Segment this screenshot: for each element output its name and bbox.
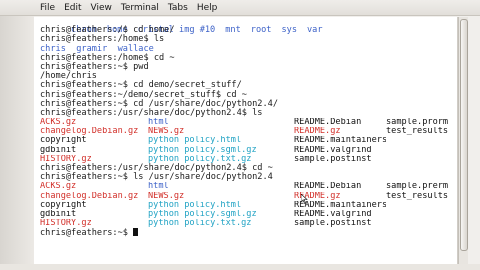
file-entry: gdbinit (40, 145, 77, 155)
file-entry: README.gz (294, 127, 341, 137)
file-entry: html (148, 118, 169, 128)
menu-file[interactable]: File (40, 3, 55, 13)
file-entry: README.Debian (294, 118, 362, 128)
file-entry: test_results (386, 191, 449, 201)
terminal-prompt: chris@feathers:~$ (40, 228, 457, 239)
file-entry (386, 219, 456, 228)
file-entry: copyright (40, 200, 87, 210)
dir-entry: var (307, 25, 323, 36)
file-entry: python policy.sgml.gz (148, 209, 257, 219)
file-entry: test_results (386, 127, 449, 137)
listing-row: ACKS.gz html README.Debian sample.prerm (40, 182, 457, 191)
file-entry: python policy.html (148, 200, 242, 210)
scrollbar-thumb[interactable] (460, 19, 468, 251)
window-bottom-edge (0, 264, 480, 270)
listing-row: HISTORY.gz python policy.txt.gz sample.p… (40, 219, 457, 228)
file-entry: ACKS.gz (40, 182, 77, 192)
listing-row: gdbinit python policy.sgml.gz README.val… (40, 210, 457, 219)
file-entry (386, 201, 456, 210)
menu-bar: File Edit View Terminal Tabs Help (0, 0, 480, 16)
dir-entry: mnt (225, 25, 241, 36)
menu-tabs[interactable]: Tabs (168, 3, 188, 13)
terminal-line: chris@feathers:~$ pwd (40, 61, 149, 72)
file-entry: python policy.sgml.gz (148, 145, 257, 155)
dir-entry: sys (281, 25, 297, 36)
file-entry: sample.postinst (294, 219, 372, 229)
file-entry: README.maintainers (294, 136, 386, 146)
file-entry: gdbinit (40, 209, 77, 219)
vertical-scrollbar[interactable] (458, 17, 468, 264)
menu-help[interactable]: Help (197, 3, 218, 13)
prompt-text: chris@feathers:~$ (40, 228, 134, 239)
listing-row: ACKS.gz html README.Debian sample.prorm (40, 118, 457, 127)
mouse-pointer-icon (301, 194, 308, 204)
file-entry: python policy.html (148, 136, 242, 146)
file-entry: changelog.Debian.gz (40, 191, 139, 201)
file-entry: README.valgrind (294, 209, 372, 219)
file-entry: HISTORY.gz (40, 219, 92, 229)
file-entry (386, 210, 456, 219)
terminal-output[interactable]: chrom home cristal img #10 mnt root sys var ch… (34, 17, 458, 264)
text-cursor (133, 228, 139, 237)
listing-row: copyright python policy.html README.main… (40, 201, 457, 210)
file-entry: sample.postinst (294, 154, 372, 164)
file-entry: NEWS.gz (148, 127, 185, 137)
file-entry: python policy.txt.gz (148, 219, 252, 229)
menu-view[interactable]: View (91, 3, 112, 13)
file-entry: copyright (40, 136, 87, 146)
listing-row: changelog.Debian.gz NEWS.gz README.gz te… (40, 192, 457, 201)
file-entry: NEWS.gz (148, 191, 185, 201)
terminal-line: chris@feathers:/usr/share/doc/python2.4$… (40, 107, 263, 118)
menu-terminal[interactable]: Terminal (121, 3, 159, 13)
file-entry: sample.prerm (386, 182, 449, 192)
listing-row: copyright python policy.html README.main… (40, 136, 457, 145)
file-entry: ACKS.gz (40, 118, 77, 128)
menu-edit[interactable]: Edit (64, 3, 81, 13)
file-entry (386, 155, 456, 164)
window-left-edge (0, 16, 34, 270)
file-entry: sample.prorm (386, 118, 449, 128)
file-entry (386, 136, 456, 145)
file-entry (386, 146, 456, 155)
file-entry: README.Debian (294, 182, 362, 192)
file-entry: README.valgrind (294, 145, 372, 155)
listing-row: gdbinit python policy.sgml.gz README.val… (40, 146, 457, 155)
dir-entry: root (250, 25, 272, 36)
file-entry: html (148, 182, 169, 192)
terminal-line: chris@feathers:~$ ls /usr/share/doc/pyth… (40, 172, 273, 183)
listing-row: changelog.Debian.gz NEWS.gz README.gz te… (40, 127, 457, 136)
file-entry: changelog.Debian.gz (40, 127, 139, 137)
terminal-window: File Edit View Terminal Tabs Help chrom h… (0, 0, 480, 270)
